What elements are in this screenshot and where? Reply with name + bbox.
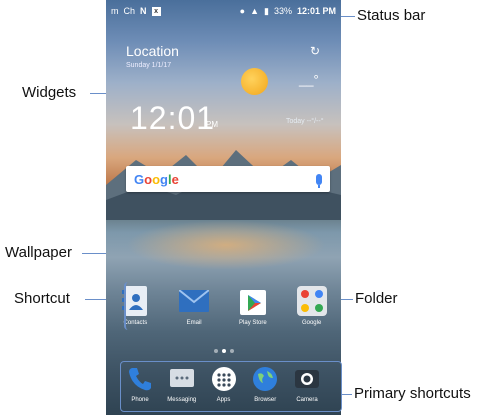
callout-folder: Folder (355, 290, 398, 307)
battery-percent: 33% (273, 6, 292, 16)
app-email[interactable]: Email (167, 286, 222, 326)
google-logo: Google (134, 171, 179, 187)
clock-ampm: PM (206, 120, 218, 129)
refresh-icon[interactable]: ↻ (310, 44, 320, 58)
status-left: m Ch N x (111, 6, 161, 16)
clock-time[interactable]: 12:01 (130, 100, 215, 137)
app-play-store[interactable]: Play Store (225, 286, 280, 326)
weather-today: Today --°/--° (286, 118, 324, 125)
email-icon (179, 286, 210, 316)
location-pin-icon: ● (239, 6, 246, 16)
status-time: 12:01 PM (296, 6, 336, 16)
callout-shortcut: Shortcut (14, 290, 70, 307)
sun-icon (241, 68, 268, 95)
google-search-bar[interactable]: Google (126, 166, 330, 192)
status-right: ● ▲ ▮ 33% 12:01 PM (240, 6, 336, 17)
lake-reflection (126, 220, 326, 270)
battery-icon: ▮ (264, 5, 269, 16)
status-item-4: x (151, 6, 161, 16)
app-label-play-store: Play Store (239, 320, 267, 326)
page-indicator (214, 349, 234, 353)
app-label-google: Google (301, 320, 322, 326)
callout-wallpaper: Wallpaper (5, 244, 72, 261)
page-dot[interactable] (214, 349, 218, 353)
page-dot[interactable] (230, 349, 234, 353)
app-google-folder[interactable]: Google (284, 286, 339, 326)
google-folder-icon (296, 286, 327, 316)
weather-location[interactable]: Location (126, 43, 179, 59)
play-store-icon (238, 286, 268, 316)
primary-shortcuts-highlight (120, 361, 342, 412)
status-item-1: m (111, 6, 119, 16)
callout-widgets: Widgets (22, 84, 77, 101)
signal-icon: ▲ (250, 6, 259, 16)
callout-status-bar: Status bar (357, 7, 426, 24)
callout-primary-shortcuts: Primary shortcuts (354, 385, 471, 402)
mic-icon[interactable] (316, 173, 322, 188)
weather-temperature: __° (299, 72, 319, 87)
status-bar: m Ch N x ● ▲ ▮ 33% 12:01 PM (106, 0, 341, 22)
app-label-email: Email (186, 320, 202, 326)
shortcut-highlight (124, 282, 164, 330)
status-item-3: N (140, 6, 147, 16)
status-item-2: Ch (123, 6, 136, 16)
phone-home-screen: m Ch N x ● ▲ ▮ 33% 12:01 PM Location Sun… (106, 0, 341, 415)
weather-date: Sunday 1/1/17 (126, 62, 172, 69)
page-dot-active[interactable] (222, 349, 226, 353)
